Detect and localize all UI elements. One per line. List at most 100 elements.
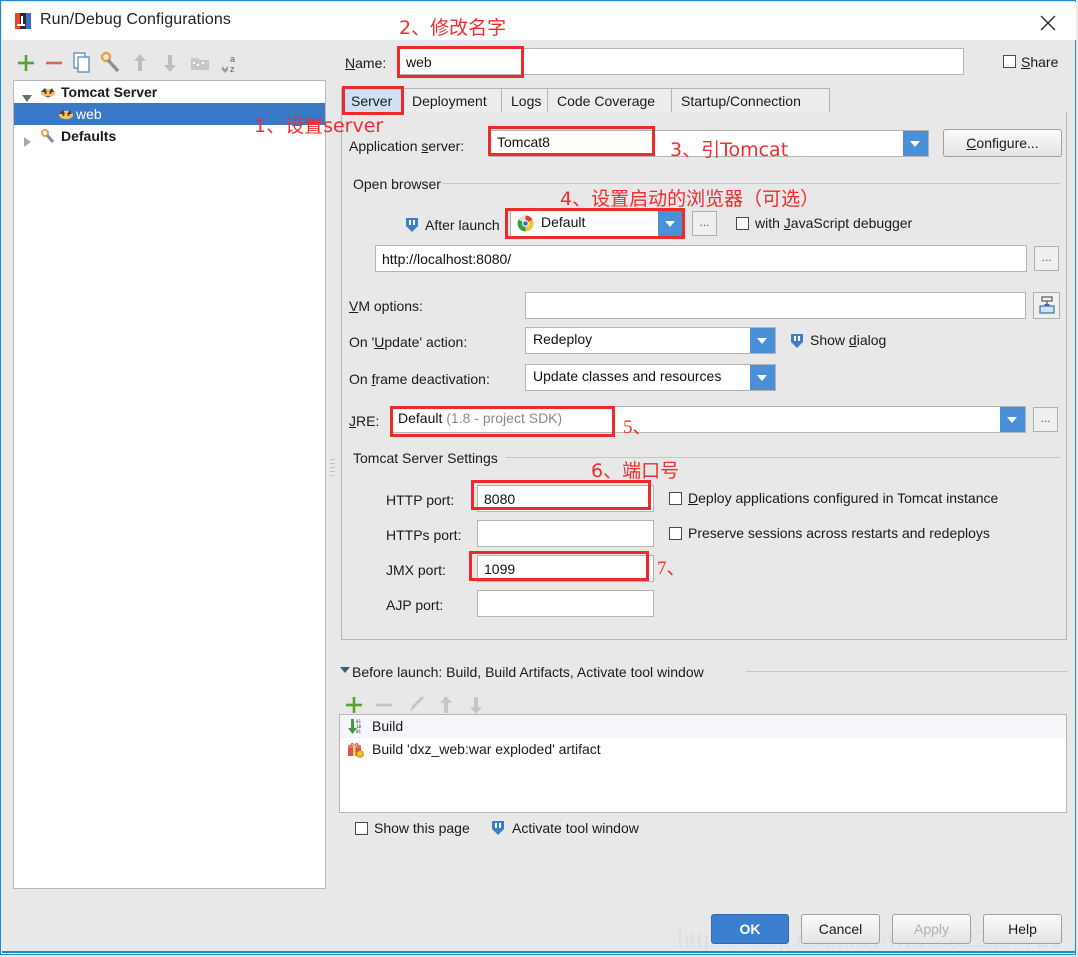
window-title: Run/Debug Configurations: [40, 11, 231, 28]
edit-defaults-wrench-icon[interactable]: [97, 49, 123, 77]
tomcat-icon: [40, 84, 56, 100]
title-bar: Run/Debug Configurations: [2, 2, 1076, 40]
share-checkbox[interactable]: [1003, 55, 1016, 68]
vm-options-label: VM options:: [349, 298, 423, 314]
expanded-arrow-icon[interactable]: [22, 87, 32, 102]
before-launch-title: Before launch: Build, Build Artifacts, A…: [352, 664, 704, 680]
jmx-port-label: JMX port:: [386, 562, 446, 578]
on-frame-deactivation-label: On frame deactivation:: [349, 371, 490, 387]
configurations-toolbar: a z: [9, 49, 327, 79]
list-item[interactable]: 01 10 01 Build: [340, 715, 1066, 738]
panel-splitter[interactable]: [330, 456, 335, 484]
tree-item-tomcat-server[interactable]: Tomcat Server: [14, 81, 325, 103]
tab-deployment[interactable]: Deployment: [402, 88, 502, 113]
intellij-idea-icon: [15, 13, 31, 29]
tab-server[interactable]: Server: [341, 88, 403, 113]
svg-text:z: z: [230, 64, 235, 74]
js-debugger-label: with JavaScript debugger: [755, 215, 913, 231]
chevron-down-icon[interactable]: [750, 328, 775, 353]
application-server-value: Tomcat8: [497, 134, 550, 150]
svg-text:01: 01: [356, 729, 362, 734]
task-label: Build 'dxz_web:war exploded' artifact: [372, 741, 601, 757]
jre-combo[interactable]: Default (1.8 - project SDK): [390, 406, 1026, 433]
chevron-down-icon[interactable]: [750, 365, 775, 390]
show-this-page-label: Show this page: [374, 820, 470, 836]
move-down-button[interactable]: [157, 49, 183, 77]
ajp-port-label: AJP port:: [386, 597, 444, 613]
artifact-icon: [347, 741, 364, 758]
browser-value: Default: [541, 214, 586, 230]
show-this-page-checkbox[interactable]: [355, 822, 368, 835]
help-button[interactable]: Help: [983, 914, 1062, 944]
url-browse-button[interactable]: ...: [1034, 246, 1059, 271]
chrome-icon: [517, 215, 534, 232]
svg-text:a: a: [230, 54, 235, 64]
collapsed-arrow-icon[interactable]: [22, 131, 32, 147]
before-launch-task-list[interactable]: 01 10 01 Build Build 'dxz_web:war explod…: [339, 714, 1067, 813]
server-tab-panel: Application server: Tomcat8 Configure...…: [341, 112, 1067, 640]
after-launch-label: After launch: [425, 217, 500, 233]
on-update-action-value: Redeploy: [533, 331, 593, 347]
chevron-down-icon[interactable]: [1000, 407, 1025, 432]
list-item[interactable]: Build 'dxz_web:war exploded' artifact: [340, 738, 1066, 761]
vm-options-input[interactable]: [525, 292, 1026, 319]
tree-item-web[interactable]: web: [14, 103, 325, 125]
move-into-folder-icon[interactable]: [187, 49, 213, 77]
run-debug-configurations-dialog: Run/Debug Configurations a z Tomcat Serv…: [0, 0, 1076, 955]
preserve-sessions-checkbox[interactable]: [669, 527, 682, 540]
group-divider: [506, 457, 1060, 458]
tomcat-settings-group-title: Tomcat Server Settings: [349, 450, 502, 466]
task-label: Build: [372, 718, 404, 734]
move-up-button[interactable]: [127, 49, 153, 77]
tomcat-icon: [58, 106, 74, 122]
share-label: Share: [1021, 54, 1059, 70]
ajp-port-input[interactable]: [477, 590, 654, 617]
cancel-button[interactable]: Cancel: [801, 914, 880, 944]
chevron-down-icon[interactable]: [658, 211, 683, 236]
name-input[interactable]: [399, 48, 964, 75]
browser-combo[interactable]: Default: [510, 210, 684, 237]
copy-configuration-button[interactable]: [69, 49, 95, 77]
tab-startup-connection[interactable]: Startup/Connection: [671, 88, 830, 113]
remove-button[interactable]: [41, 49, 67, 77]
accent-bottom-bar: [2, 951, 1076, 953]
deploy-applications-checkbox[interactable]: [669, 492, 682, 505]
jre-value: Default (1.8 - project SDK): [398, 410, 563, 426]
build-icon: 01 10 01: [347, 718, 364, 735]
https-port-input[interactable]: [477, 520, 654, 547]
application-server-combo[interactable]: Tomcat8: [489, 130, 929, 157]
deploy-applications-label: Deploy applications configured in Tomcat…: [688, 490, 999, 506]
jre-browse-button[interactable]: ...: [1033, 407, 1058, 432]
on-frame-deactivation-combo[interactable]: Update classes and resources: [525, 364, 776, 391]
browser-browse-button[interactable]: ...: [692, 211, 717, 236]
tree-item-label: web: [76, 106, 102, 122]
tab-code-coverage[interactable]: Code Coverage: [547, 88, 672, 113]
jmx-port-input[interactable]: [477, 555, 654, 582]
group-divider: [442, 183, 1060, 184]
chevron-down-icon[interactable]: [903, 131, 928, 156]
idea-balloon-icon: [790, 333, 804, 349]
expand-editor-icon[interactable]: [1033, 292, 1060, 319]
js-debugger-checkbox[interactable]: [736, 217, 749, 230]
show-dialog-label: Show dialog: [810, 332, 887, 348]
close-icon[interactable]: [1028, 8, 1068, 36]
https-port-label: HTTPs port:: [386, 527, 462, 543]
preserve-sessions-label: Preserve sessions across restarts and re…: [688, 525, 990, 541]
tree-item-defaults[interactable]: Defaults: [14, 125, 325, 147]
configure-button[interactable]: Configure...: [943, 129, 1062, 157]
tab-logs[interactable]: Logs: [501, 88, 548, 113]
jre-label: JRE:: [349, 413, 380, 429]
http-port-input[interactable]: [477, 485, 654, 512]
apply-button: Apply: [892, 914, 971, 944]
ok-button[interactable]: OK: [711, 914, 789, 944]
add-button[interactable]: [13, 49, 39, 77]
idea-balloon-icon: [491, 820, 505, 836]
browser-url-input[interactable]: [375, 245, 1027, 272]
configurations-tree[interactable]: Tomcat Server web Defaults: [13, 80, 326, 889]
sort-az-icon[interactable]: a z: [217, 49, 243, 77]
before-launch-toggle-icon[interactable]: [340, 667, 350, 673]
application-server-label: Application server:: [349, 138, 465, 154]
wrench-icon: [40, 128, 56, 144]
on-update-action-combo[interactable]: Redeploy: [525, 327, 776, 354]
name-label: Name:: [345, 55, 387, 71]
